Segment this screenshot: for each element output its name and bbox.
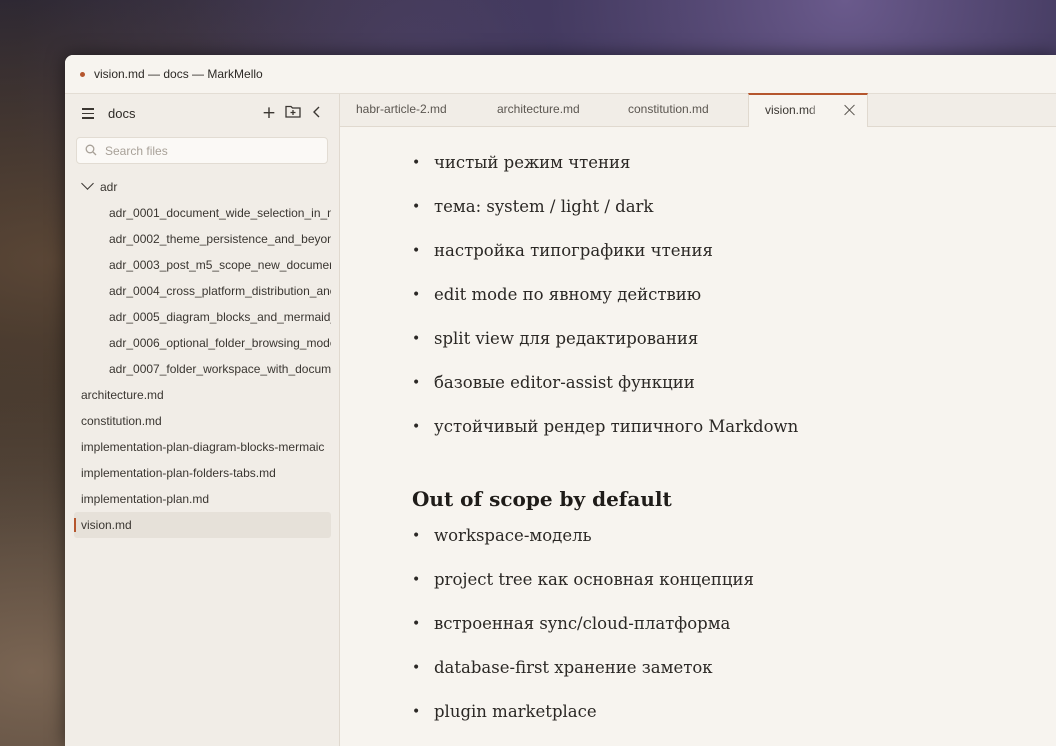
list-item: plugin marketplace xyxy=(412,701,754,745)
title-bar: vision.md — docs — MarkMello xyxy=(65,55,1056,94)
tree-item[interactable]: implementation-plan-diagram-blocks-merma… xyxy=(65,434,331,460)
file-tree: adr adr_0001_document_wide_selection_in_… xyxy=(65,174,339,538)
tree-item[interactable]: adr_0006_optional_folder_browsing_mode xyxy=(65,330,331,356)
bullet-list-out-of-scope: workspace-модель project tree как основн… xyxy=(412,525,754,745)
sidebar-title: docs xyxy=(108,106,136,121)
list-item: project tree как основная концепция xyxy=(412,569,754,613)
new-folder-icon[interactable] xyxy=(284,104,302,122)
bullet-list-in-scope: чистый режим чтения тема: system / light… xyxy=(412,152,798,460)
tree-item[interactable]: implementation-plan-folders-tabs.md xyxy=(65,460,331,486)
tree-item-active[interactable]: vision.md xyxy=(74,512,331,538)
tree-item[interactable]: adr_0005_diagram_blocks_and_mermaid_ xyxy=(65,304,331,330)
tree-item[interactable]: adr_0001_document_wide_selection_in_m xyxy=(65,200,331,226)
list-item: устойчивый рендер типичного Markdown xyxy=(412,416,798,460)
list-item: встроенная sync/cloud-платформа xyxy=(412,613,754,657)
section-heading: Out of scope by default xyxy=(412,487,672,511)
tree-item[interactable]: architecture.md xyxy=(65,382,331,408)
list-item: edit mode по явному действию xyxy=(412,284,798,328)
menu-icon[interactable] xyxy=(82,108,94,122)
tab-label: vision.md xyxy=(765,103,816,117)
chevron-down-icon xyxy=(81,177,94,190)
folder-label: adr xyxy=(100,180,118,194)
tab-vision[interactable]: vision.md xyxy=(748,93,868,127)
list-item: database-first хранение заметок xyxy=(412,657,754,701)
tree-item[interactable]: constitution.md xyxy=(65,408,331,434)
tree-item[interactable]: adr_0003_post_m5_scope_new_documer xyxy=(65,252,331,278)
clipped-text-line xyxy=(415,127,635,129)
document-view: чистый режим чтения тема: system / light… xyxy=(340,127,1056,746)
sidebar: docs + adr adr_0001_document_wide_select… xyxy=(65,94,340,746)
list-item: split view для редактирования xyxy=(412,328,798,372)
tree-item[interactable]: adr_0007_folder_workspace_with_docume xyxy=(65,356,331,382)
tree-item[interactable]: adr_0002_theme_persistence_and_beyon xyxy=(65,226,331,252)
list-item: настройка типографики чтения xyxy=(412,240,798,284)
folder-adr[interactable]: adr xyxy=(65,174,339,200)
list-item: базовые editor-assist функции xyxy=(412,372,798,416)
tree-item[interactable]: adr_0004_cross_platform_distribution_anc xyxy=(65,278,331,304)
list-item: workspace-модель xyxy=(412,525,754,569)
search-box[interactable] xyxy=(76,137,328,164)
plus-icon[interactable]: + xyxy=(260,104,278,122)
list-item: тема: system / light / dark xyxy=(412,196,798,240)
collapse-chevron-icon[interactable] xyxy=(308,104,326,122)
tab-architecture[interactable]: architecture.md xyxy=(481,94,602,126)
sidebar-header: docs + xyxy=(65,94,339,134)
unsaved-dot-icon xyxy=(80,71,85,77)
app-window: vision.md — docs — MarkMello docs + adr … xyxy=(65,55,1056,746)
tree-item[interactable]: implementation-plan.md xyxy=(65,486,331,512)
list-item: чистый режим чтения xyxy=(412,152,798,196)
close-icon[interactable] xyxy=(843,103,857,117)
tab-constitution[interactable]: constitution.md xyxy=(612,94,733,126)
window-title: vision.md — docs — MarkMello xyxy=(94,67,263,81)
search-icon xyxy=(85,144,97,156)
tab-bar: habr-article-2.md architecture.md consti… xyxy=(340,93,1056,127)
tab-habr-article[interactable]: habr-article-2.md xyxy=(340,94,471,126)
search-input[interactable] xyxy=(103,141,317,161)
